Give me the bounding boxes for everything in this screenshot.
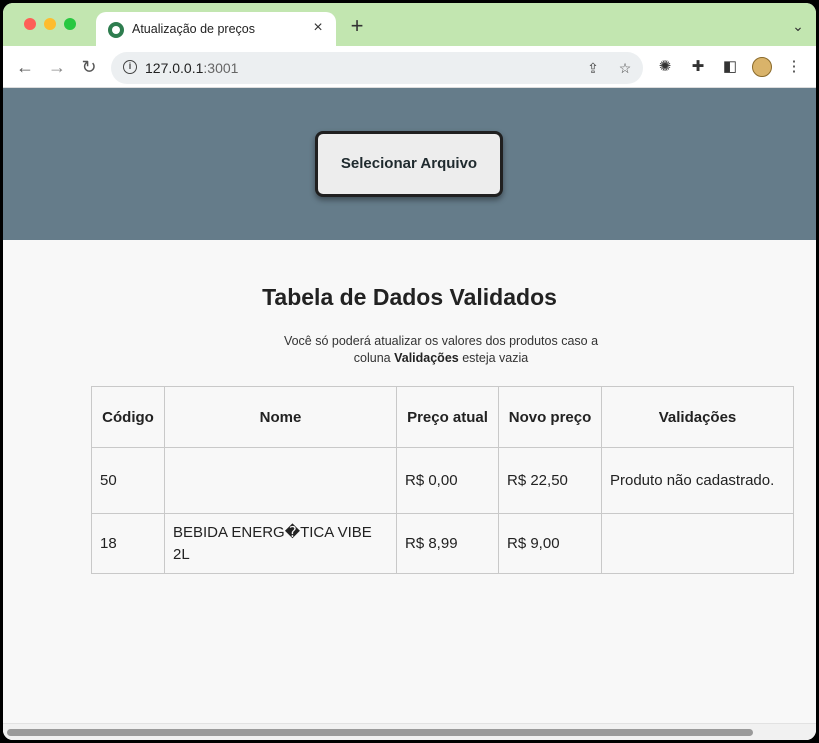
header-preco-atual: Preço atual: [396, 386, 499, 448]
browser-window: Atualização de preços × + ⌄ ← → ↻ i 127.…: [3, 3, 816, 740]
header-codigo: Código: [91, 386, 165, 448]
sidepanel-icon[interactable]: ◧: [720, 57, 740, 77]
tab-search-chevron-icon[interactable]: ⌄: [788, 16, 808, 36]
table-row: 18 BEBIDA ENERG�TICA VIBE 2L R$ 8,99 R$ …: [91, 513, 794, 574]
info-icon[interactable]: i: [123, 60, 137, 74]
instructions-after: esteja vazia: [458, 351, 529, 365]
cell-novo-preco: R$ 22,50: [498, 447, 602, 514]
forward-icon[interactable]: →: [45, 55, 69, 79]
page-title: Tabela de Dados Validados: [262, 284, 557, 310]
profile-avatar[interactable]: [752, 57, 772, 77]
cell-preco-atual: R$ 0,00: [396, 447, 499, 514]
menu-icon[interactable]: ⋮: [784, 57, 804, 77]
url-host: 127.0.0.1: [145, 60, 204, 76]
reload-icon[interactable]: ↻: [77, 55, 101, 79]
tab-close-button[interactable]: ×: [308, 18, 328, 38]
cell-codigo: 50: [91, 447, 165, 514]
header-nome: Nome: [164, 386, 397, 448]
header-novo-preco: Novo preço: [498, 386, 602, 448]
cell-nome: [164, 447, 397, 514]
star-icon[interactable]: ☆: [615, 58, 635, 78]
extensions-icon[interactable]: ✚: [688, 57, 708, 77]
back-icon[interactable]: ←: [13, 55, 37, 79]
cell-validacoes: [601, 513, 794, 574]
address-url: 127.0.0.1:3001: [145, 60, 238, 76]
bug-icon[interactable]: ✺: [655, 57, 675, 77]
tab-title: Atualização de preços: [132, 22, 255, 36]
instructions-bold: Validações: [394, 351, 459, 365]
minimize-window-button[interactable]: [44, 18, 56, 30]
instructions-text: Você só poderá atualizar os valores dos …: [266, 333, 616, 367]
page-content: Selecionar Arquivo Tabela de Dados Valid…: [3, 88, 816, 740]
new-tab-button[interactable]: +: [345, 15, 369, 39]
cell-codigo: 18: [91, 513, 165, 574]
cell-preco-atual: R$ 8,99: [396, 513, 499, 574]
table-row: 50 R$ 0,00 R$ 22,50 Produto não cadastra…: [91, 447, 794, 514]
share-icon[interactable]: ⇪: [583, 58, 603, 78]
tab-strip: Atualização de preços × + ⌄: [3, 3, 816, 46]
address-bar[interactable]: i 127.0.0.1:3001 ⇪ ☆: [111, 52, 643, 84]
cell-nome: BEBIDA ENERG�TICA VIBE 2L: [164, 513, 397, 574]
cell-validacoes: Produto não cadastrado.: [601, 447, 794, 514]
select-file-button[interactable]: Selecionar Arquivo: [315, 131, 503, 197]
tab-active[interactable]: Atualização de preços ×: [96, 12, 336, 46]
favicon-icon: [108, 22, 124, 38]
maximize-window-button[interactable]: [64, 18, 76, 30]
header-validacoes: Validações: [601, 386, 794, 448]
url-port: :3001: [203, 60, 239, 76]
validated-data-table: Código Nome Preço atual Novo preço Valid…: [91, 386, 794, 574]
table-header-row: Código Nome Preço atual Novo preço Valid…: [91, 386, 794, 448]
horizontal-scrollbar[interactable]: [3, 723, 816, 740]
close-window-button[interactable]: [24, 18, 36, 30]
browser-toolbar: ← → ↻ i 127.0.0.1:3001 ⇪ ☆ ✺ ✚ ◧ ⋮: [3, 46, 816, 88]
cell-novo-preco: R$ 9,00: [498, 513, 602, 574]
scrollbar-thumb[interactable]: [7, 729, 753, 736]
upload-banner: Selecionar Arquivo: [3, 88, 816, 240]
